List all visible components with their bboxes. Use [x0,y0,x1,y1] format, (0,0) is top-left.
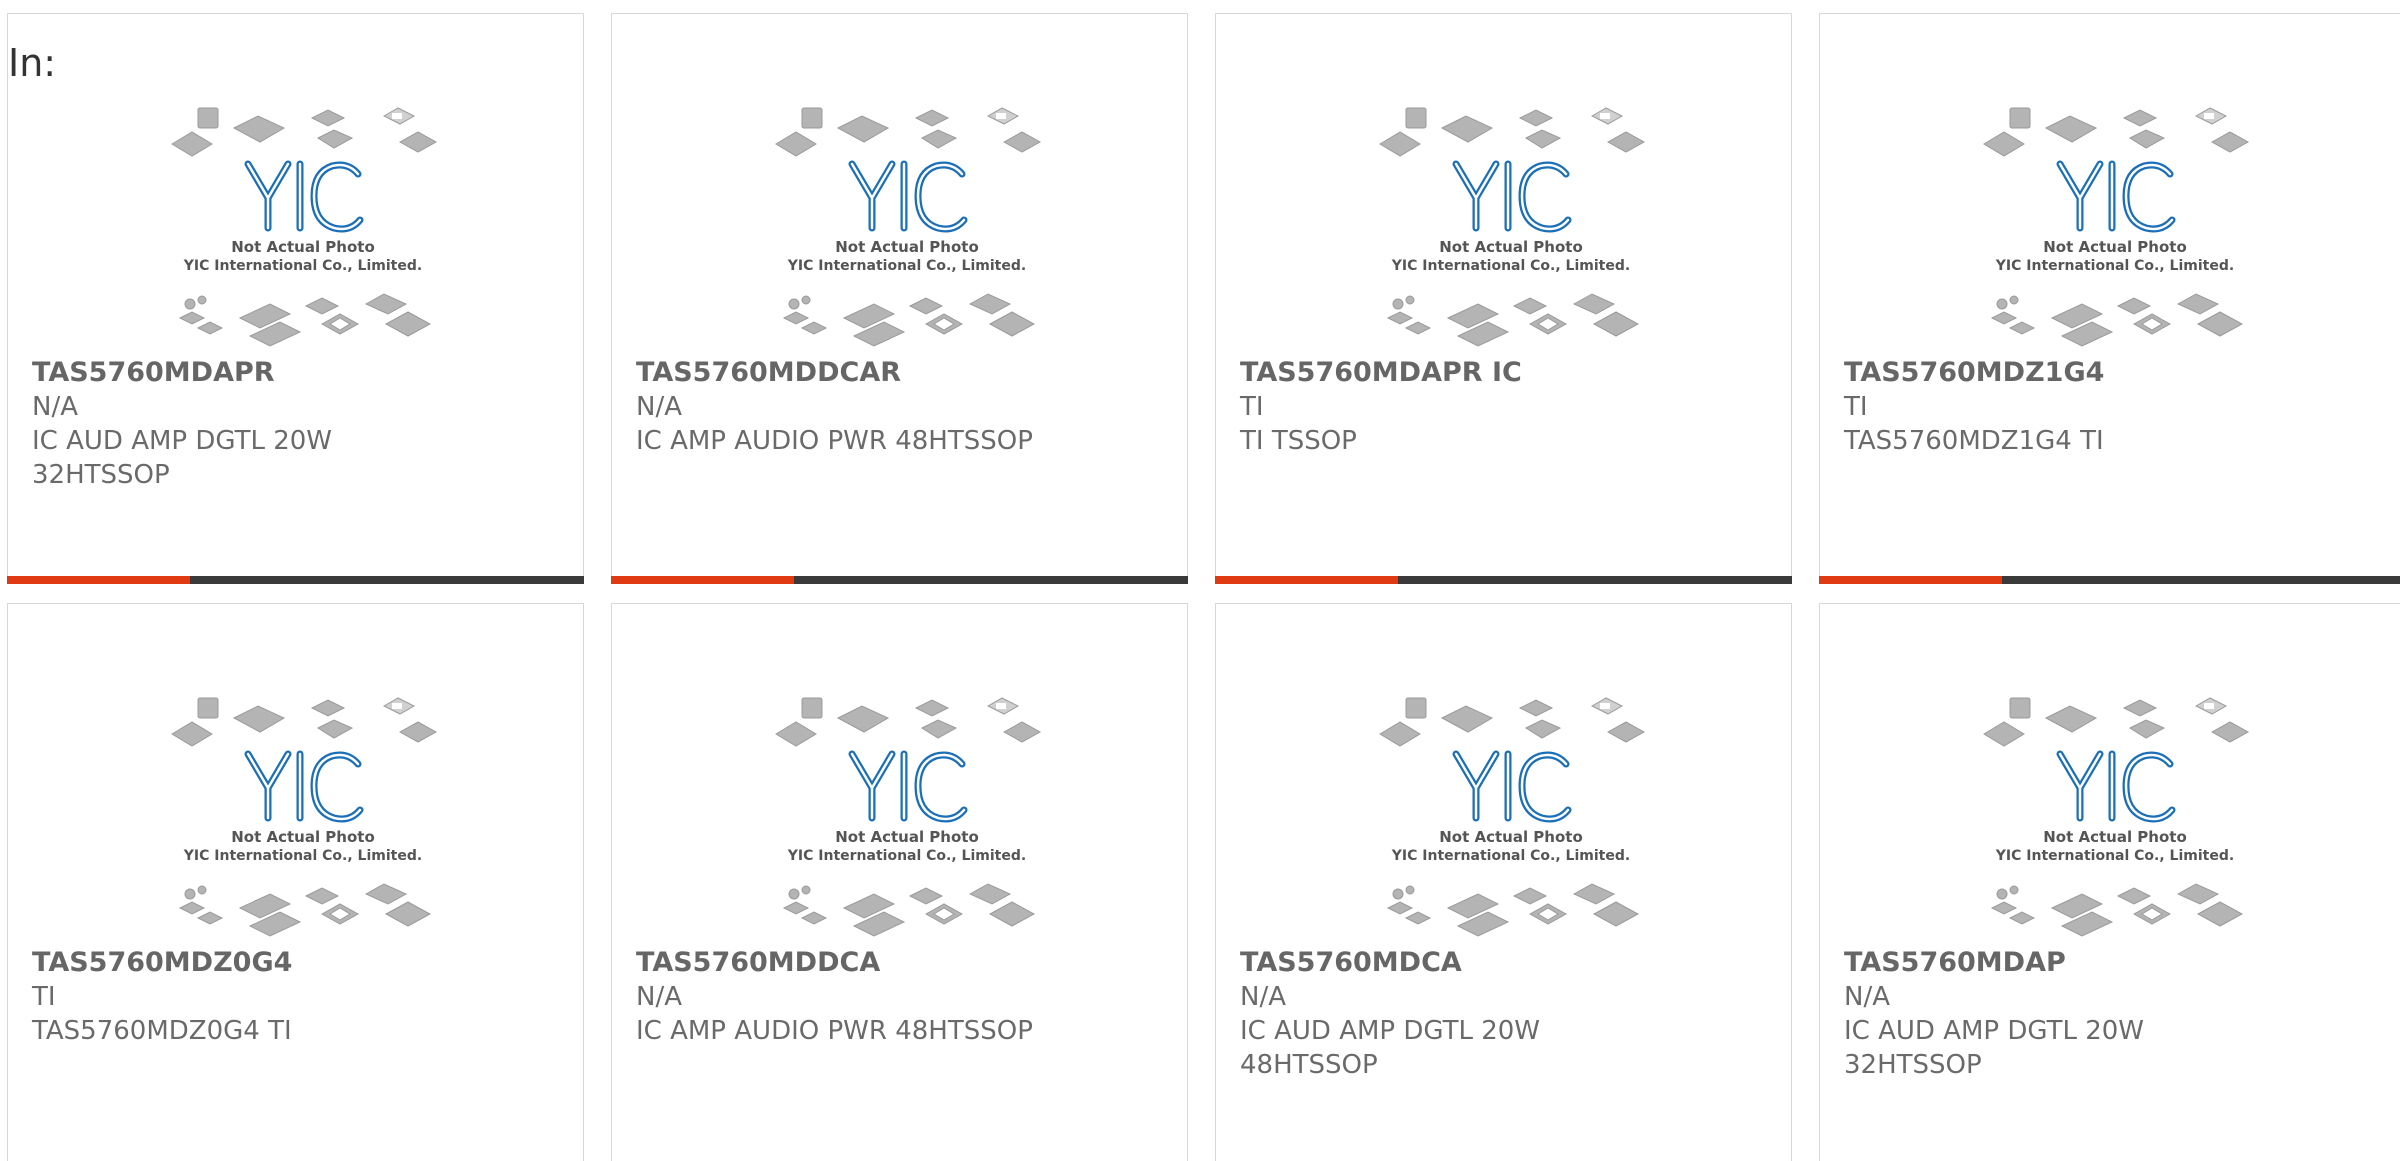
svg-text:YIC International Co., Limited: YIC International Co., Limited. [183,258,422,274]
svg-text:YIC International Co., Limited: YIC International Co., Limited. [1995,848,2234,864]
product-grid-page: In: Not Actual Photo YIC International C… [0,0,2400,1161]
product-card[interactable]: Not Actual Photo YIC International Co., … [1214,13,1792,584]
part-number[interactable]: TAS5760MDCA [1240,946,1760,980]
svg-text:Not Actual Photo: Not Actual Photo [1439,238,1583,256]
description: TI TSSOP [1240,426,1357,456]
yic-logo [2056,750,2176,823]
product-image: Not Actual Photo YIC International Co., … [1376,694,1646,944]
description: IC AUD AMP DGTL 20W 48HTSSOP [1240,1016,1541,1080]
product-image: Not Actual Photo YIC International Co., … [168,104,438,354]
card-accent-bar [1214,575,1398,584]
product-card[interactable]: Not Actual Photo YIC International Co., … [610,13,1188,584]
svg-text:Not Actual Photo: Not Actual Photo [1439,828,1583,846]
product-card[interactable]: Not Actual Photo YIC International Co., … [1215,603,1792,1161]
card-footer-bar [1818,575,2400,584]
description: IC AUD AMP DGTL 20W 32HTSSOP [32,426,333,490]
description: IC AUD AMP DGTL 20W 32HTSSOP [1844,1016,2145,1080]
product-image: Not Actual Photo YIC International Co., … [168,694,438,944]
svg-text:YIC International Co., Limited: YIC International Co., Limited. [1391,258,1630,274]
product-image: Not Actual Photo YIC International Co., … [772,104,1042,354]
svg-text:Not Actual Photo: Not Actual Photo [231,238,375,256]
product-image: Not Actual Photo YIC International Co., … [1980,104,2250,354]
description: IC AMP AUDIO PWR 48HTSSOP [636,426,1033,456]
manufacturer: N/A [636,982,682,1012]
svg-text:YIC International Co., Limited: YIC International Co., Limited. [1995,258,2234,274]
card-accent-bar [6,575,190,584]
description: IC AMP AUDIO PWR 48HTSSOP [636,1016,1033,1046]
svg-text:Not Actual Photo: Not Actual Photo [2043,828,2187,846]
part-number[interactable]: TAS5760MDZ1G4 [1844,356,2364,390]
card-footer-bar [1214,575,1792,584]
svg-text:Not Actual Photo: Not Actual Photo [835,828,979,846]
yic-logo [1452,160,1572,233]
svg-text:YIC International Co., Limited: YIC International Co., Limited. [787,258,1026,274]
part-number[interactable]: TAS5760MDZ0G4 [32,946,552,980]
card-accent-bar [1818,575,2002,584]
yic-logo [848,750,968,823]
manufacturer: TI [32,982,56,1012]
product-card[interactable]: Not Actual Photo YIC International Co., … [1819,603,2400,1161]
part-number[interactable]: TAS5760MDAPR [32,356,552,390]
product-card[interactable]: Not Actual Photo YIC International Co., … [7,603,584,1161]
manufacturer: N/A [1240,982,1286,1012]
description: TAS5760MDZ0G4 TI [32,1016,292,1046]
part-number[interactable]: TAS5760MDDCAR [636,356,1156,390]
yic-logo [848,160,968,233]
card-accent-bar [610,575,794,584]
product-image: Not Actual Photo YIC International Co., … [772,694,1042,944]
description: TAS5760MDZ1G4 TI [1844,426,2104,456]
product-image: Not Actual Photo YIC International Co., … [1980,694,2250,944]
svg-text:YIC International Co., Limited: YIC International Co., Limited. [1391,848,1630,864]
product-card[interactable]: Not Actual Photo YIC International Co., … [6,13,584,584]
card-footer-bar [6,575,584,584]
card-footer-bar [610,575,1188,584]
product-image: Not Actual Photo YIC International Co., … [1376,104,1646,354]
yic-logo [244,750,364,823]
product-card[interactable]: Not Actual Photo YIC International Co., … [611,603,1188,1161]
part-number[interactable]: TAS5760MDAP [1844,946,2364,980]
yic-logo [1452,750,1572,823]
svg-text:YIC International Co., Limited: YIC International Co., Limited. [787,848,1026,864]
svg-text:Not Actual Photo: Not Actual Photo [2043,238,2187,256]
part-number[interactable]: TAS5760MDDCA [636,946,1156,980]
product-card[interactable]: Not Actual Photo YIC International Co., … [1818,13,2400,584]
yic-logo [244,160,364,233]
part-number[interactable]: TAS5760MDAPR IC [1240,356,1760,390]
manufacturer: N/A [32,392,78,422]
svg-text:Not Actual Photo: Not Actual Photo [835,238,979,256]
manufacturer: N/A [1844,982,1890,1012]
manufacturer: TI [1240,392,1264,422]
svg-text:YIC International Co., Limited: YIC International Co., Limited. [183,848,422,864]
yic-logo [2056,160,2176,233]
svg-text:Not Actual Photo: Not Actual Photo [231,828,375,846]
manufacturer: N/A [636,392,682,422]
manufacturer: TI [1844,392,1868,422]
filter-label: In: [8,41,57,85]
